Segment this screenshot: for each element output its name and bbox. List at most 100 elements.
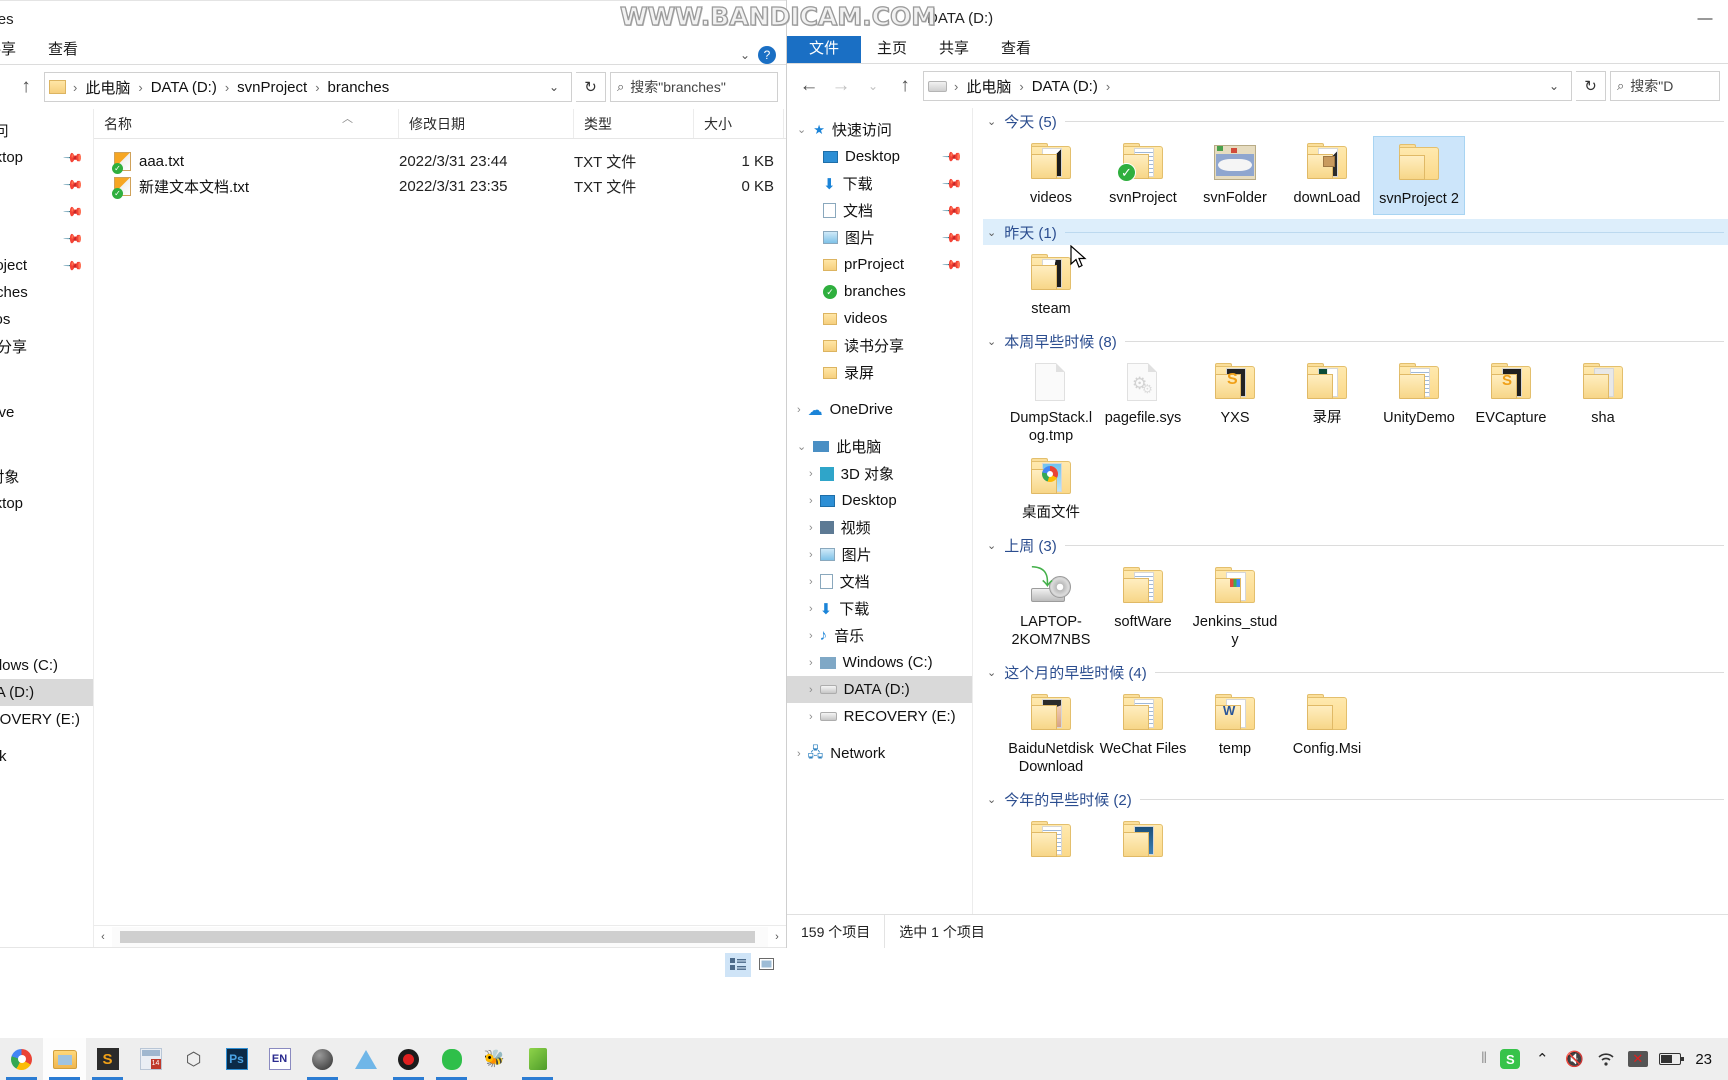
taskbar-sphere-icon[interactable] <box>301 1038 344 1080</box>
taskbar-evernote-icon[interactable] <box>430 1038 473 1080</box>
column-header-type[interactable]: 类型 <box>574 109 694 138</box>
sidebar-item-prproject[interactable]: prProject 📌 <box>787 251 972 278</box>
sidebar-item-data-d[interactable]: › DATA (D:) <box>787 676 972 703</box>
chevron-down-icon[interactable]: ⌄ <box>987 335 996 348</box>
file-tile-config-msi[interactable]: Config.Msi <box>1281 687 1373 782</box>
file-tile-unitydemo[interactable]: UnityDemo <box>1373 356 1465 451</box>
sidebar-item-music[interactable]: › ♪ 音乐 <box>787 622 972 649</box>
sidebar-item-desktop-pc[interactable]: Desktop <box>0 490 93 517</box>
sogou-icon[interactable]: S <box>1495 1038 1525 1080</box>
window2-navigation-pane[interactable]: ⌄ ★ 快速访问 Desktop 📌 ⬇ 下载 📌 文档 📌 图片 📌 prPr… <box>787 108 973 914</box>
sidebar-item-desktop[interactable]: Desktop 📌 <box>0 144 93 171</box>
sidebar-item-downloads-pc[interactable]: ⬇ 下载 <box>0 598 93 625</box>
tab-home[interactable]: 主页 <box>861 34 923 63</box>
pin-icon[interactable]: 📌 <box>62 146 84 169</box>
sidebar-item-pictures-pc[interactable]: › 图片 <box>787 541 972 568</box>
chevron-down-icon[interactable]: ⌄ <box>987 115 996 128</box>
taskbar-note-app-icon[interactable] <box>516 1038 559 1080</box>
group-header-earlier-this-month[interactable]: ⌄ 这个月的早些时候 (4) <box>983 659 1728 685</box>
chevron-right-icon[interactable]: › <box>797 404 801 416</box>
pin-icon[interactable]: 📌 <box>62 200 84 223</box>
sidebar-item-this-pc[interactable]: 此电脑 <box>0 436 93 463</box>
sidebar-item-videos[interactable]: videos <box>0 306 93 333</box>
chevron-right-icon[interactable]: › <box>809 711 813 723</box>
sidebar-item-documents-pc[interactable]: › 文档 <box>787 568 972 595</box>
scroll-left-icon[interactable]: ‹ <box>94 927 112 947</box>
sidebar-item-pictures[interactable]: 图片 📌 <box>0 225 93 252</box>
file-tile-desktop-files[interactable]: 桌面文件 <box>1005 451 1097 528</box>
sidebar-item-3d-objects[interactable]: › 3D 对象 <box>787 460 972 487</box>
show-hidden-icons-icon[interactable]: ⌃ <box>1527 1038 1557 1080</box>
file-tile-pagefile[interactable]: ⚙ ⚙ pagefile.sys <box>1097 356 1189 451</box>
sidebar-item-data-d[interactable]: DATA (D:) <box>0 679 93 706</box>
sidebar-item-videos-pc[interactable]: 视频 <box>0 517 93 544</box>
sidebar-item-music[interactable]: ♪ 音乐 <box>0 625 93 652</box>
sidebar-item-windows-c[interactable]: › Windows (C:) <box>787 649 972 676</box>
taskbar-excel-icon[interactable]: 14 <box>129 1038 172 1080</box>
sidebar-item-recovery-e[interactable]: › RECOVERY (E:) <box>787 703 972 730</box>
sidebar-item-downloads[interactable]: ⬇ 下载 📌 <box>0 171 93 198</box>
sidebar-item-network[interactable]: › 🖧 Network <box>787 740 972 767</box>
chevron-down-icon[interactable]: ⌄ <box>987 226 996 239</box>
chevron-right-icon[interactable]: › <box>809 549 813 561</box>
breadcrumb-data-d[interactable]: DATA (D:) <box>147 77 221 98</box>
breadcrumb-branches[interactable]: branches <box>324 77 394 98</box>
column-header-name[interactable]: 名称 <box>94 109 399 138</box>
breadcrumb-this-pc[interactable]: 此电脑 <box>962 74 1015 99</box>
sidebar-item-documents[interactable]: 文档 📌 <box>0 198 93 225</box>
chevron-right-icon[interactable]: › <box>809 630 813 642</box>
taskbar-clock[interactable]: 23 <box>1687 1051 1720 1068</box>
file-tile-laptop-backup[interactable]: ⤵ LAPTOP-2KOM7NBS <box>1005 560 1097 655</box>
pin-icon[interactable]: 📌 <box>941 199 963 222</box>
column-header-size[interactable]: 大小 <box>694 109 784 138</box>
chevron-down-icon[interactable]: ⌄ <box>740 48 750 62</box>
horizontal-scrollbar[interactable]: ‹ › <box>94 925 786 947</box>
chevron-right-icon[interactable]: › <box>809 603 813 615</box>
chevron-right-icon[interactable]: › <box>809 657 813 669</box>
file-tile-videos[interactable]: videos <box>1005 136 1097 215</box>
pin-icon[interactable]: 📌 <box>941 172 963 195</box>
up-button[interactable]: ↑ <box>12 73 40 101</box>
taskbar-chrome-icon[interactable] <box>0 1038 43 1080</box>
recent-locations-button[interactable]: ⌄ <box>859 72 887 100</box>
search-box[interactable]: ⌕ 搜索"D <box>1610 71 1720 101</box>
window1-ribbon-tabs[interactable]: 主页 共享 查看 ⌄ ? <box>0 37 786 65</box>
sidebar-item-downloads[interactable]: ⬇ 下载 📌 <box>787 170 972 197</box>
window2-navigation-bar[interactable]: ← → ⌄ ↑ › 此电脑 › DATA (D:) › ⌄ ↻ ⌕ 搜索"D <box>787 64 1728 108</box>
file-tile-baidunetdisk[interactable]: BaiduNetdiskDownload <box>1005 687 1097 782</box>
scrollbar-thumb[interactable] <box>120 930 755 943</box>
sidebar-item-documents[interactable]: 文档 📌 <box>787 197 972 224</box>
window2-file-grid[interactable]: ⌄ 今天 (5) videos ✓ svnProject svnFolder d… <box>973 108 1728 914</box>
window-control-buttons[interactable]: — <box>1682 0 1728 36</box>
pin-icon[interactable]: 📌 <box>941 226 963 249</box>
chevron-right-icon[interactable]: › <box>809 576 813 588</box>
sidebar-item-quick-access[interactable]: ★ 快速访问 <box>0 117 93 144</box>
minimize-button[interactable]: — <box>1682 0 1728 36</box>
file-tile-software[interactable]: softWare <box>1097 560 1189 655</box>
windows-taskbar[interactable]: S 14 ⬡ Ps EN 🐝 ‖ S ⌃ 🔇 ✕ 23 <box>0 1038 1728 1080</box>
sidebar-item-branches[interactable]: ✓ branches <box>787 278 972 305</box>
scrollbar-track[interactable] <box>112 926 768 947</box>
file-tile-dumpstack[interactable]: DumpStack.log.tmp <box>1005 356 1097 451</box>
sidebar-item-videos-pc[interactable]: › 视频 <box>787 514 972 541</box>
address-dropdown-icon[interactable]: ⌄ <box>1541 79 1567 93</box>
taskbar-file-explorer-icon[interactable] <box>43 1038 86 1080</box>
sidebar-item-recovery-e[interactable]: RECOVERY (E:) <box>0 706 93 733</box>
file-tile-jenkins-study[interactable]: Jenkins_study <box>1189 560 1281 655</box>
wifi-icon[interactable] <box>1591 1038 1621 1080</box>
sidebar-item-this-pc[interactable]: ⌄ 此电脑 <box>787 433 972 460</box>
sidebar-item-desktop[interactable]: Desktop 📌 <box>787 143 972 170</box>
file-tile-year-1[interactable] <box>1005 814 1097 873</box>
table-row[interactable]: ✓ aaa.txt 2022/3/31 23:44 TXT 文件 1 KB <box>94 149 786 174</box>
taskbar-input-method-icon[interactable]: EN <box>258 1038 301 1080</box>
pin-icon[interactable]: 📌 <box>62 254 84 277</box>
column-header-date[interactable]: 修改日期 <box>399 109 574 138</box>
column-header-row[interactable]: 名称 修改日期 类型 大小 ︿ <box>94 109 786 139</box>
search-box[interactable]: ⌕ 搜索"branches" <box>610 72 778 102</box>
window1-file-list[interactable]: 名称 修改日期 类型 大小 ︿ ✓ aaa.txt 2022/3/31 23:4… <box>94 109 786 947</box>
chevron-right-icon[interactable]: › <box>809 522 813 534</box>
system-tray[interactable]: ‖ S ⌃ 🔇 ✕ 23 <box>1481 1038 1728 1080</box>
file-tile-wechat-files[interactable]: WeChat Files <box>1097 687 1189 782</box>
refresh-button[interactable]: ↻ <box>1576 71 1606 101</box>
file-tile-svnproject-2[interactable]: svnProject 2 <box>1373 136 1465 215</box>
